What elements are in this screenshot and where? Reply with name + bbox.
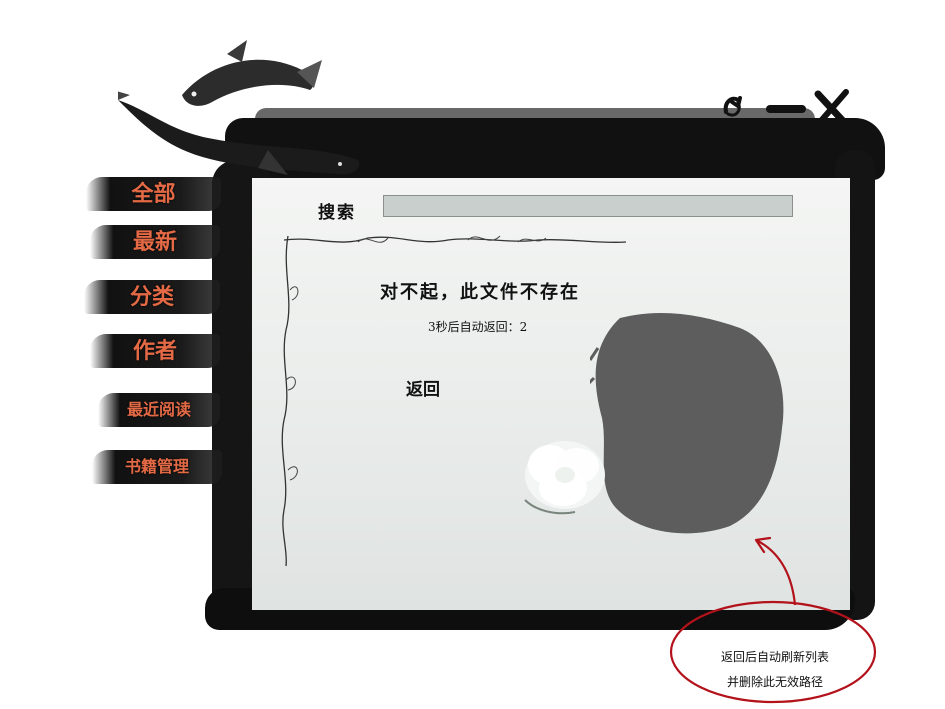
countdown-text: 3秒后自动返回：2 — [428, 320, 528, 334]
sidebar-item-label: 作者 — [132, 338, 177, 364]
sidebar-item-label: 最新 — [132, 229, 177, 255]
sidebar-item-all[interactable]: 全部 — [86, 177, 221, 211]
annotation-line: 返回后自动刷新列表 — [720, 650, 829, 664]
koi-fish-decoration — [118, 91, 360, 175]
sidebar-item-label: 分类 — [129, 284, 174, 310]
refresh-icon[interactable] — [723, 96, 742, 117]
sidebar-item-author[interactable]: 作者 — [90, 334, 220, 368]
sidebar-item-label: 全部 — [131, 181, 176, 207]
sidebar-item-label: 书籍管理 — [124, 457, 189, 476]
search-input[interactable] — [383, 195, 793, 217]
white-flower-decoration — [524, 441, 605, 515]
sidebar-item-label: 最近阅读 — [126, 400, 191, 419]
sidebar-item-category[interactable]: 分类 — [84, 280, 220, 314]
minimize-icon[interactable] — [766, 105, 806, 113]
sidebar-item-recent-reading[interactable]: 最近阅读 — [98, 393, 220, 427]
window-controls — [718, 88, 858, 128]
back-link[interactable]: 返回 — [406, 375, 440, 400]
annotation-line: 并删除此无效路径 — [726, 675, 823, 689]
sidebar-item-latest[interactable]: 最新 — [90, 225, 220, 259]
annotation-note: 返回后自动刷新列表 并删除此无效路径 — [690, 645, 860, 695]
close-icon[interactable] — [814, 89, 849, 126]
sidebar-item-book-management[interactable]: 书籍管理 — [92, 450, 222, 484]
search-label: 搜索 — [318, 203, 356, 223]
error-message: 对不起，此文件不存在 — [380, 282, 580, 303]
